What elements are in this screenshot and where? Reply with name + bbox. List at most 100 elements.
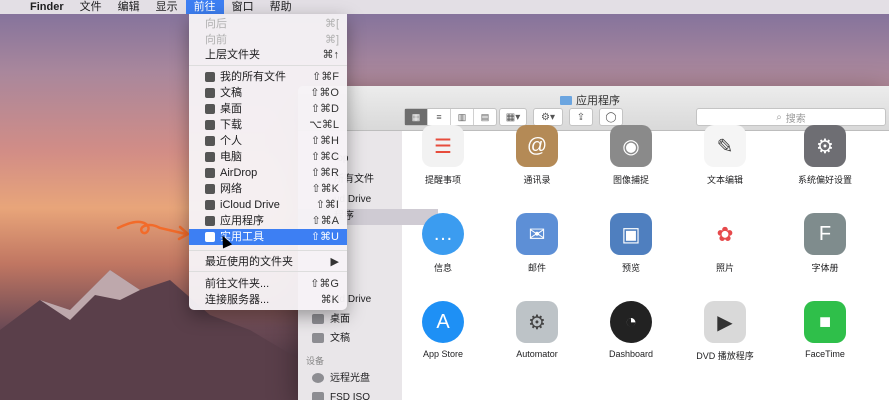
menu-item[interactable]: AirDrop ⇧⌘R xyxy=(189,165,347,181)
menu-item-shortcut: ⌘[ xyxy=(324,18,339,30)
coverflow-view-button[interactable]: ▤ xyxy=(474,109,496,125)
menu-item[interactable]: 个人 ⇧⌘H xyxy=(189,133,347,149)
menu-item-shortcut: ⇧⌘I xyxy=(315,199,339,211)
app-item[interactable]: ⚙ Automator xyxy=(490,301,584,359)
menu-view[interactable]: 显示 xyxy=(148,0,186,14)
menu-item-icon xyxy=(205,104,215,114)
menu-item-label: iCloud Drive xyxy=(220,199,280,211)
menu-item[interactable]: 电脑 ⇧⌘C xyxy=(189,149,347,165)
app-icon: A xyxy=(422,301,464,343)
search-icon: ⌕ xyxy=(776,111,782,123)
icon-view-button[interactable]: ▦ xyxy=(405,109,428,125)
menu-item-shortcut: ⇧⌘C xyxy=(310,151,339,163)
app-label: FaceTime xyxy=(805,349,845,359)
app-item[interactable]: F 字体册 xyxy=(778,213,872,274)
sidebar-item-desktop[interactable]: 桌面 xyxy=(298,312,402,328)
app-icon: ✎ xyxy=(704,125,746,167)
menu-item[interactable]: 实用工具 ⇧⌘U xyxy=(189,229,347,245)
menu-item-shortcut: ⌘K xyxy=(320,294,339,306)
menu-item-shortcut: ⌥⌘L xyxy=(309,119,339,131)
menu-item[interactable]: 文稿 ⇧⌘O xyxy=(189,85,347,101)
app-item[interactable]: ■ FaceTime xyxy=(778,301,872,359)
app-item[interactable]: @ 通讯录 xyxy=(490,125,584,186)
app-icon: ✿ xyxy=(704,213,746,255)
share-icon[interactable]: ⇪ xyxy=(569,108,593,126)
menu-window[interactable]: 窗口 xyxy=(224,0,262,14)
menu-item-shortcut: ⇧⌘K xyxy=(311,183,339,195)
menu-item-label: 电脑 xyxy=(220,151,242,163)
menu-item[interactable]: 网络 ⇧⌘K xyxy=(189,181,347,197)
menu-item-shortcut: ⇧⌘D xyxy=(310,103,339,115)
folder-icon xyxy=(560,95,572,105)
drive-icon xyxy=(312,392,324,400)
app-item[interactable]: ◔ Dashboard xyxy=(584,301,678,359)
app-item[interactable]: ☰ 提醒事项 xyxy=(396,125,490,186)
app-label: DVD 播放程序 xyxy=(696,351,754,361)
app-item[interactable]: ▣ 预览 xyxy=(584,213,678,274)
menu-help[interactable]: 帮助 xyxy=(262,0,300,14)
arrange-button[interactable]: ▦▾ xyxy=(499,108,527,126)
window-title: 应用程序 xyxy=(560,92,620,108)
app-label: 预览 xyxy=(621,263,640,273)
go-menu-dropdown: 向后 ⌘[向前 ⌘] 上层文件夹 ⌘↑ 我的所有文件 ⇧⌘F 文稿 ⇧⌘O 桌面 ⇧⌘D 下载 ⌥⌘L 个… xyxy=(189,14,347,310)
app-item[interactable]: ▶ DVD 播放程序 xyxy=(678,301,772,362)
menu-item[interactable]: 应用程序 ⇧⌘A xyxy=(189,213,347,229)
app-label: 图像捕捉 xyxy=(612,175,649,185)
menu-item-shortcut: ⇧⌘H xyxy=(310,135,339,147)
app-item[interactable]: ◉ 图像捕捉 xyxy=(584,125,678,186)
app-item[interactable]: ⚙ 系统偏好设置 xyxy=(778,125,872,186)
app-label: 信息 xyxy=(433,263,452,273)
menu-separator xyxy=(189,250,347,251)
apple-menu-icon[interactable] xyxy=(0,0,22,14)
sidebar-item-documents[interactable]: 文稿 xyxy=(298,331,402,347)
menu-item[interactable]: 下载 ⌥⌘L xyxy=(189,117,347,133)
action-gear-icon[interactable]: ⚙▾ xyxy=(533,108,563,126)
app-item[interactable]: … 信息 xyxy=(396,213,490,274)
view-mode-switcher: ▦ ≡ ▥ ▤ xyxy=(404,108,497,126)
menu-item[interactable]: 前往文件夹... ⇧⌘G xyxy=(189,276,347,292)
menu-item-label: 连接服务器... xyxy=(205,294,270,306)
menu-item[interactable]: iCloud Drive ⇧⌘I xyxy=(189,197,347,213)
menu-item-label: 我的所有文件 xyxy=(220,71,286,83)
menu-item[interactable]: 最近使用的文件夹 ▶ xyxy=(189,254,347,270)
menu-item-icon xyxy=(205,200,215,210)
menu-edit[interactable]: 编辑 xyxy=(110,0,148,14)
finder-window: 应用程序 ▦ ≡ ▥ ▤ ▦▾ ⚙▾ ⇪ ◯ ⌕ 搜索 rop 所有文件 ud … xyxy=(298,86,889,400)
app-item[interactable]: ✉ 邮件 xyxy=(490,213,584,274)
menu-file[interactable]: 文件 xyxy=(72,0,110,14)
menu-item-icon xyxy=(205,88,215,98)
sidebar-item-remote-disc[interactable]: 远程光盘 xyxy=(298,371,402,387)
column-view-button[interactable]: ▥ xyxy=(451,109,474,125)
search-input[interactable]: ⌕ 搜索 xyxy=(696,108,886,126)
menu-item[interactable]: 上层文件夹 ⌘↑ xyxy=(189,47,347,63)
menu-item-label: 最近使用的文件夹 xyxy=(205,256,293,268)
app-icon: F xyxy=(804,213,846,255)
menu-item-label: 应用程序 xyxy=(220,215,264,227)
menu-finder[interactable]: Finder xyxy=(22,0,72,14)
app-label: 文本编辑 xyxy=(706,175,743,185)
app-icon: ▶ xyxy=(704,301,746,343)
app-icon: ✉ xyxy=(516,213,558,255)
search-placeholder: 搜索 xyxy=(785,113,806,125)
tag-icon[interactable]: ◯ xyxy=(599,108,623,126)
app-label: 提醒事项 xyxy=(424,175,461,185)
menu-item[interactable]: 我的所有文件 ⇧⌘F xyxy=(189,69,347,85)
app-label: 字体册 xyxy=(811,263,839,273)
menu-item-label: 个人 xyxy=(220,135,242,147)
menu-separator xyxy=(189,271,347,272)
menu-item-label: 前往文件夹... xyxy=(205,278,270,290)
menu-item-label: 文稿 xyxy=(220,87,242,99)
sidebar-item-fsd-iso[interactable]: FSD ISO xyxy=(298,390,402,400)
app-item[interactable]: ✿ 照片 xyxy=(678,213,772,274)
menu-item-icon xyxy=(205,120,215,130)
menu-item-shortcut: ⌘↑ xyxy=(322,49,340,61)
app-icon: ◉ xyxy=(610,125,652,167)
app-icon: ⚙ xyxy=(516,301,558,343)
app-item[interactable]: A App Store xyxy=(396,301,490,359)
menu-go[interactable]: 前往 xyxy=(185,0,224,14)
menu-item[interactable]: 连接服务器... ⌘K xyxy=(189,292,347,308)
app-item[interactable]: ✎ 文本编辑 xyxy=(678,125,772,186)
menu-item[interactable]: 桌面 ⇧⌘D xyxy=(189,101,347,117)
app-icon: ■ xyxy=(804,301,846,343)
list-view-button[interactable]: ≡ xyxy=(428,109,451,125)
